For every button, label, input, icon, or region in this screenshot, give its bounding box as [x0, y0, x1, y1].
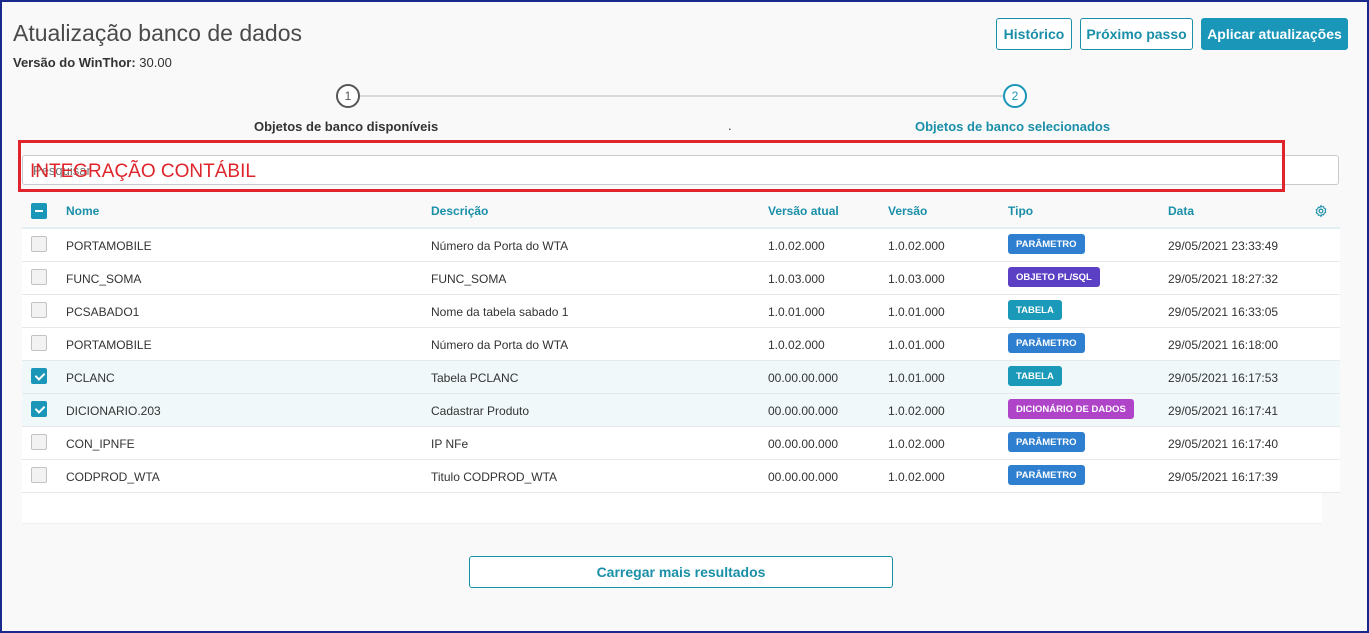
cell-descricao: Titulo CODPROD_WTA — [431, 470, 558, 484]
cell-descricao: FUNC_SOMA — [431, 272, 507, 286]
table-row[interactable]: PORTAMOBILE Número da Porta do WTA 1.0.02.… — [22, 328, 1340, 361]
cell-versao-atual: 00.00.00.000 — [768, 371, 839, 385]
cell-nome: FUNC_SOMA — [66, 272, 142, 286]
cell-nome: DICIONARIO.203 — [66, 404, 161, 418]
cell-data: 29/05/2021 16:18:00 — [1168, 338, 1279, 352]
cell-versao: 1.0.01.000 — [888, 305, 945, 319]
step-2-circle[interactable]: 2 — [1003, 84, 1027, 108]
load-more-button[interactable]: Carregar mais resultados — [469, 556, 893, 588]
cell-versao-atual: 00.00.00.000 — [768, 470, 839, 484]
type-badge: TABELA — [1008, 366, 1062, 386]
version-value: 30.00 — [139, 55, 172, 70]
row-checkbox[interactable] — [31, 335, 47, 351]
row-checkbox[interactable] — [31, 236, 47, 252]
type-badge: TABELA — [1008, 300, 1062, 320]
cell-versao: 1.0.03.000 — [888, 272, 945, 286]
column-header-descricao[interactable]: Descrição — [431, 204, 488, 218]
cell-versao-atual: 00.00.00.000 — [768, 404, 839, 418]
cell-versao: 1.0.02.000 — [888, 470, 945, 484]
cell-nome: PCSABADO1 — [66, 305, 140, 319]
column-header-versao[interactable]: Versão — [888, 204, 927, 218]
table-empty-row — [22, 493, 1322, 524]
cell-data: 29/05/2021 16:17:40 — [1168, 437, 1279, 451]
row-checkbox[interactable] — [31, 302, 47, 318]
objects-table: Nome Descrição Versão atual Versão Tipo … — [22, 195, 1340, 524]
table-header: Nome Descrição Versão atual Versão Tipo … — [22, 195, 1340, 229]
cell-data: 29/05/2021 18:27:32 — [1168, 272, 1279, 286]
cell-versao-atual: 1.0.02.000 — [768, 239, 825, 253]
step-2-label[interactable]: Objetos de banco selecionados — [915, 119, 1110, 134]
table-body: PORTAMOBILE Número da Porta do WTA 1.0.02.… — [22, 229, 1340, 493]
type-badge: PARÂMETRO — [1008, 432, 1085, 452]
cell-descricao: Tabela PCLANC — [431, 371, 519, 385]
step-1-circle[interactable]: 1 — [336, 84, 360, 108]
cell-versao: 1.0.02.000 — [888, 437, 945, 451]
table-row[interactable]: CODPROD_WTA Titulo CODPROD_WTA 00.00.00.00… — [22, 460, 1340, 493]
cell-nome: CON_IPNFE — [66, 437, 135, 451]
cell-versao: 1.0.01.000 — [888, 338, 945, 352]
column-header-nome[interactable]: Nome — [66, 204, 99, 218]
version-label: Versão do WinThor: — [13, 55, 136, 70]
column-header-data[interactable]: Data — [1168, 204, 1194, 218]
cell-data: 29/05/2021 16:17:41 — [1168, 404, 1279, 418]
gear-icon[interactable] — [1314, 204, 1328, 218]
cell-versao: 1.0.02.000 — [888, 404, 945, 418]
type-badge: OBJETO PL/SQL — [1008, 267, 1100, 287]
cell-descricao: Número da Porta do WTA — [431, 338, 569, 352]
type-badge: DICIONÁRIO DE DADOS — [1008, 399, 1134, 419]
cell-descricao: Número da Porta do WTA — [431, 239, 569, 253]
cell-versao: 1.0.01.000 — [888, 371, 945, 385]
cell-nome: PORTAMOBILE — [66, 239, 152, 253]
cell-nome: CODPROD_WTA — [66, 470, 160, 484]
row-checkbox[interactable] — [31, 467, 47, 483]
historico-button[interactable]: Histórico — [996, 18, 1072, 50]
row-checkbox[interactable] — [31, 401, 47, 417]
cell-data: 29/05/2021 16:17:53 — [1168, 371, 1279, 385]
row-checkbox[interactable] — [31, 269, 47, 285]
cell-versao-atual: 1.0.01.000 — [768, 305, 825, 319]
type-badge: PARÂMETRO — [1008, 333, 1085, 353]
cell-descricao: Cadastrar Produto — [431, 404, 530, 418]
table-row[interactable]: CON_IPNFE IP NFe 00.00.00.000 1.0.02.000 29/… — [22, 427, 1340, 460]
page-title: Atualização banco de dados — [13, 20, 302, 46]
cell-versao-atual: 00.00.00.000 — [768, 437, 839, 451]
stepper-line — [358, 95, 1004, 97]
cell-nome: PORTAMOBILE — [66, 338, 152, 352]
cell-versao-atual: 1.0.03.000 — [768, 272, 825, 286]
winthor-version: Versão do WinThor: 30.00 — [13, 55, 172, 70]
cell-descricao: IP NFe — [431, 437, 469, 451]
type-badge: PARÂMETRO — [1008, 465, 1085, 485]
aplicar-atualizacoes-button[interactable]: Aplicar atualizações — [1201, 18, 1348, 50]
row-checkbox[interactable] — [31, 434, 47, 450]
table-row[interactable]: PCSABADO1 Nome da tabela sabado 1 1.0.01.0… — [22, 295, 1340, 328]
type-badge: PARÂMETRO — [1008, 234, 1085, 254]
table-row[interactable]: PCLANC Tabela PCLANC 00.00.00.000 1.0.01.00… — [22, 361, 1340, 394]
table-row[interactable]: PORTAMOBILE Número da Porta do WTA 1.0.02.… — [22, 229, 1340, 262]
cell-nome: PCLANC — [66, 371, 115, 385]
table-row[interactable]: FUNC_SOMA FUNC_SOMA 1.0.03.000 1.0.03.000 29… — [22, 262, 1340, 295]
column-header-tipo[interactable]: Tipo — [1008, 204, 1033, 218]
stepper-separator: . — [728, 118, 732, 133]
cell-versao: 1.0.02.000 — [888, 239, 945, 253]
cell-descricao: Nome da tabela sabado 1 — [431, 305, 569, 319]
row-checkbox[interactable] — [31, 368, 47, 384]
cell-data: 29/05/2021 16:33:05 — [1168, 305, 1279, 319]
annotation-label: INTEGRAÇÃO CONTÁBIL — [30, 161, 256, 182]
cell-data: 29/05/2021 16:17:39 — [1168, 470, 1279, 484]
column-header-versao-atual[interactable]: Versão atual — [768, 204, 839, 218]
cell-versao-atual: 1.0.02.000 — [768, 338, 825, 352]
table-row[interactable]: DICIONARIO.203 Cadastrar Produto 00.00.00.… — [22, 394, 1340, 427]
select-all-checkbox[interactable] — [31, 203, 47, 219]
step-1-label[interactable]: Objetos de banco disponíveis — [254, 119, 438, 134]
proximo-passo-button[interactable]: Próximo passo — [1080, 18, 1193, 50]
cell-data: 29/05/2021 23:33:49 — [1168, 239, 1279, 253]
